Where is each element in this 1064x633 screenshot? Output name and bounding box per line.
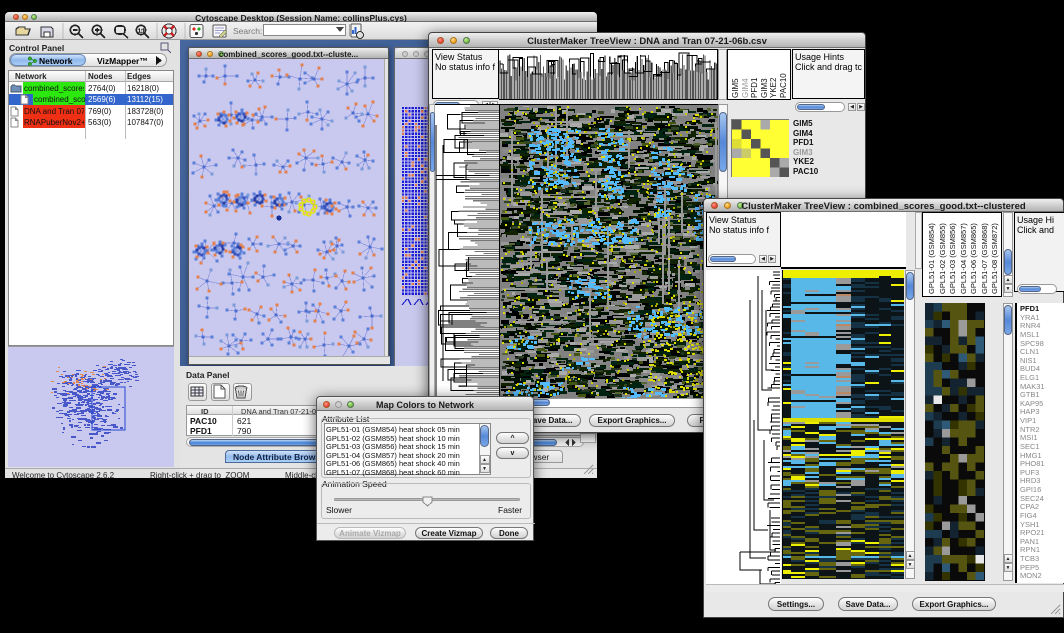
svg-text:1:1: 1:1 bbox=[138, 29, 145, 35]
